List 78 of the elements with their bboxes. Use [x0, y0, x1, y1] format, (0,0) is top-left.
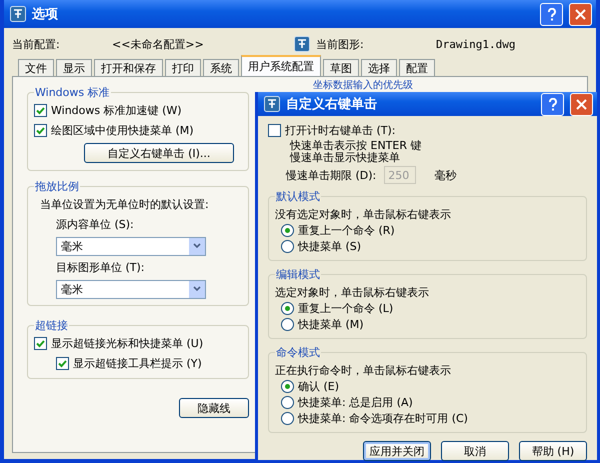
checkbox[interactable]: [34, 337, 47, 350]
drawing-value: Drawing1.dwg: [436, 38, 516, 50]
dialog-button[interactable]: 应用并关闭: [363, 441, 431, 461]
checkbox[interactable]: [56, 357, 69, 370]
profile-label: 当前配置:: [12, 36, 61, 52]
group-title: 命令模式: [275, 345, 321, 360]
app-icon: [294, 36, 310, 52]
customize-button[interactable]: 自定义右键单击 (I)...: [84, 143, 234, 163]
radio-label: 重复上一个命令 (R): [298, 223, 395, 238]
group-title: 超链接: [34, 318, 69, 333]
tab[interactable]: 配置: [399, 59, 435, 76]
help-button[interactable]: [540, 2, 563, 26]
profile-value: <<未命名配置>>: [112, 36, 205, 52]
checkbox[interactable]: [34, 124, 47, 137]
app-icon: [10, 6, 26, 22]
group-title: 默认模式: [275, 189, 321, 204]
checkbox-label: 显示超链接光标和快捷菜单 (U): [51, 336, 204, 351]
caret-icon: [193, 286, 201, 292]
close-icon: [575, 8, 586, 20]
checkbox-label: 绘图区域中使用快捷菜单 (M): [51, 123, 194, 138]
close-button[interactable]: [570, 92, 593, 116]
field-label: 目标图形单位 (T):: [56, 260, 145, 275]
radio-button[interactable]: [281, 240, 294, 253]
dropdown-value: 毫米: [61, 282, 83, 296]
checkbox-label: 显示超链接工具栏提示 (Y): [73, 356, 202, 371]
radio-label: 快捷菜单: 命令选项存在时可用 (C): [298, 411, 468, 426]
radio-button[interactable]: [281, 224, 294, 237]
radio-button[interactable]: [281, 302, 294, 315]
checkbox-label: 打开计时右键单击 (T):: [285, 123, 396, 138]
description-text: 选定对象时，单击鼠标右键表示: [275, 284, 429, 300]
tab[interactable]: 打印: [165, 59, 201, 76]
tab[interactable]: 用户系统配置: [241, 55, 321, 76]
group-title: 拖放比例: [34, 179, 80, 194]
tab[interactable]: 草图: [323, 59, 359, 76]
description-text: 当单位设置为无单位时的默认设置:: [40, 197, 209, 212]
group-title: 坐标数据输入的优先级: [313, 80, 414, 91]
radio-label: 快捷菜单 (S): [298, 239, 362, 254]
dialog-button[interactable]: 取消: [441, 441, 509, 461]
unit-dropdown[interactable]: 毫米: [56, 236, 206, 256]
radio-label: 确认 (E): [298, 379, 340, 394]
checkbox[interactable]: [268, 124, 281, 137]
radio-label: 重复上一个命令 (L): [298, 301, 394, 316]
radio-button[interactable]: [281, 396, 294, 409]
tab[interactable]: 打开和保存: [94, 59, 163, 76]
group-title: 编辑模式: [275, 267, 321, 282]
radio-button[interactable]: [281, 380, 294, 393]
radio-button[interactable]: [281, 318, 294, 331]
checkbox-label: Windows 标准加速键 (W): [51, 103, 182, 118]
window-title: 选项: [32, 6, 59, 23]
tab[interactable]: 文件: [18, 59, 54, 76]
checkbox[interactable]: [34, 104, 47, 117]
tab[interactable]: 系统: [203, 59, 239, 76]
tab[interactable]: 选择: [361, 59, 397, 76]
hidden-line-button[interactable]: 隐藏线: [179, 398, 249, 418]
radio-label: 快捷菜单: 总是启用 (A): [298, 395, 413, 410]
description-text: 正在执行命令时，单击鼠标右键表示: [275, 362, 451, 378]
close-button[interactable]: [569, 2, 592, 26]
help-button[interactable]: [541, 92, 564, 116]
description-text: 没有选定对象时，单击鼠标右键表示: [275, 206, 451, 222]
dropdown-value: 毫米: [61, 238, 83, 254]
unit-label: 毫秒: [434, 168, 456, 182]
tab[interactable]: 显示: [56, 59, 92, 76]
field-label: 慢速单击期限 (D):: [286, 168, 376, 182]
help-icon: [546, 8, 556, 20]
caret-icon: [193, 243, 201, 249]
group-title: Windows 标准: [34, 85, 111, 100]
radio-button[interactable]: [281, 412, 294, 425]
radio-label: 快捷菜单 (M): [298, 317, 364, 332]
help-icon: [548, 98, 558, 110]
drawing-label: 当前图形:: [316, 36, 365, 52]
field-label: 源内容单位 (S):: [56, 217, 134, 232]
dialog-button[interactable]: 帮助 (H): [519, 441, 587, 461]
note-text: 快速单击表示按 ENTER 键: [290, 138, 422, 152]
app-icon: [264, 96, 280, 112]
unit-dropdown[interactable]: 毫米: [56, 280, 206, 298]
note-text: 慢速单击显示快捷菜单: [290, 150, 400, 164]
close-icon: [576, 98, 587, 110]
dialog-title: 自定义右键单击: [286, 96, 378, 113]
